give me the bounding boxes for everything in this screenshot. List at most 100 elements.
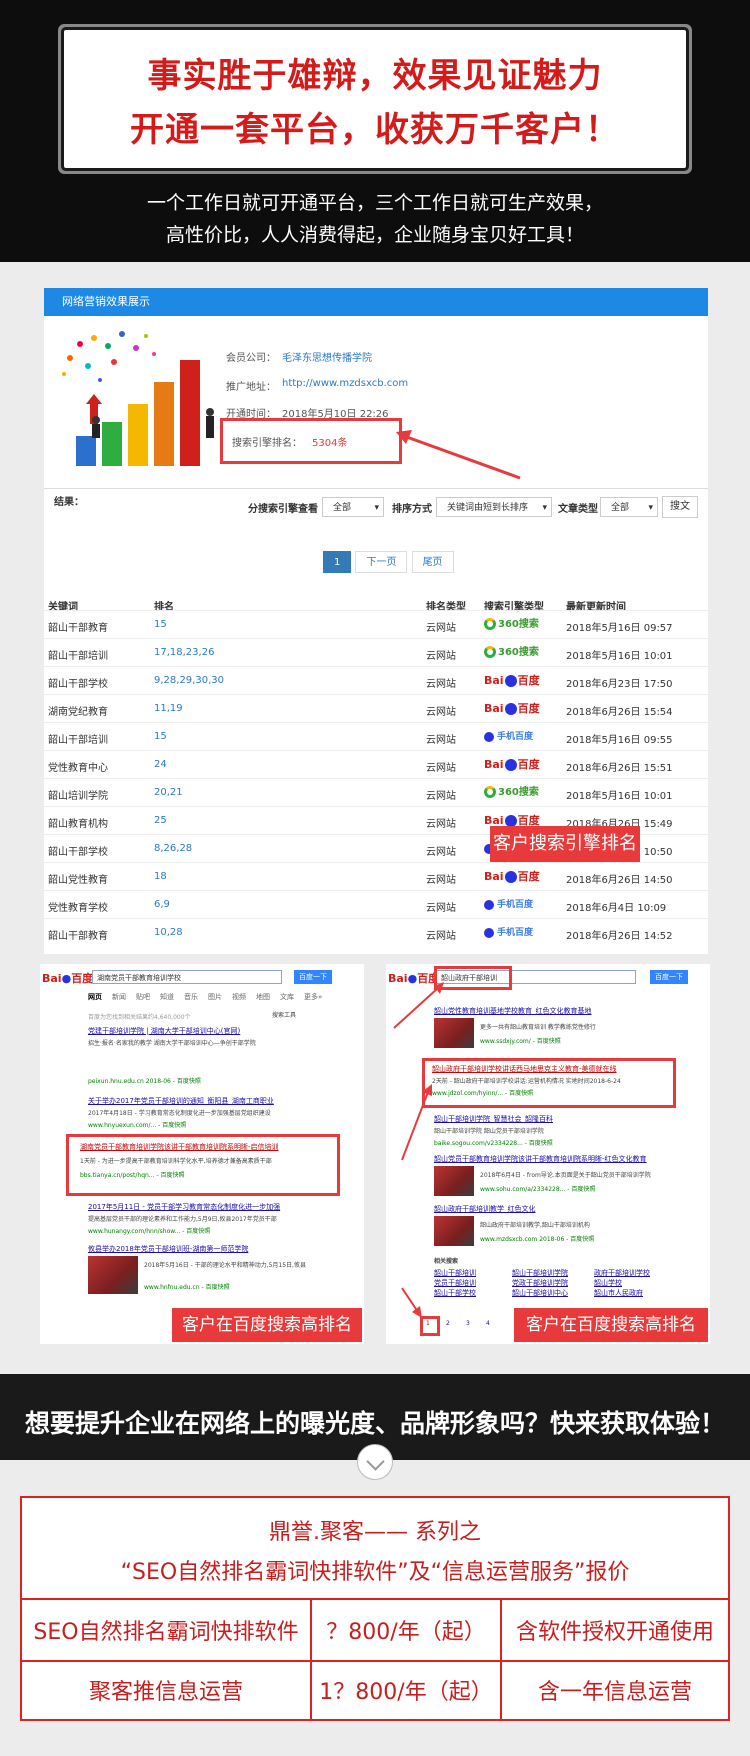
- keyword-cell: 韶山干部培训: [48, 735, 108, 746]
- rank-cell[interactable]: 18: [154, 871, 167, 882]
- rank-cell[interactable]: 10,28: [154, 927, 183, 938]
- scroll-down-button[interactable]: [357, 1444, 393, 1480]
- result-title[interactable]: 2017年5月11日 - 党员干部学习教育常态化制度化进一步加强: [88, 1202, 280, 1212]
- result-title[interactable]: 攸县举办2018年党员干部培训班-湖南第一师范学院: [88, 1244, 248, 1254]
- related-link[interactable]: 韶山干部培训中心: [512, 1288, 568, 1298]
- baidu-prefix: Bai: [484, 758, 504, 771]
- result-title[interactable]: 关于举办2017年党员干部培训的通知_衡阳县_湖南工商职业: [88, 1096, 274, 1106]
- 360-ring-icon: [484, 646, 496, 658]
- rank-cell[interactable]: 9,28,29,30,30: [154, 675, 224, 686]
- rank-cell[interactable]: 8,26,28: [154, 843, 192, 854]
- result-title[interactable]: 韶山党员干部教育培训学院该讲干部教育培训院系明晰-红色文化教育: [434, 1154, 647, 1164]
- call-to-action-text: 想要提升企业在网络上的曝光度、品牌形象吗？快来获取体验！: [24, 1409, 725, 1438]
- confetti-dots: [62, 331, 156, 382]
- result-count: 百度为您找到相关结果约4,640,000个: [88, 1014, 191, 1021]
- result-url: www.ssdxjy.com/ - 百度快照: [480, 1038, 561, 1045]
- page-1-link[interactable]: 1: [426, 1320, 430, 1327]
- baidu-screenshot-left: Bai●百度 湖南党员干部教育培训学校 百度一下 网页 新闻 贴吧 知道 音乐 图片 视频 地…: [40, 964, 364, 1344]
- keyword-cell: 韶山培训学院: [48, 791, 108, 802]
- result-title[interactable]: 党建干部培训学院 | 湖南大学干部培训中心(官网): [88, 1026, 240, 1036]
- table-row: 韶山干部教育 15 云网站 360搜索 2018年5月16日 09:57: [44, 610, 708, 639]
- related-link[interactable]: 韶山市人民政府: [594, 1288, 643, 1298]
- rank-cell[interactable]: 17,18,23,26: [154, 647, 214, 658]
- table-row: 韶山干部学校 9,28,29,30,30 云网站 Bai 百度 2018年6月23日 17…: [44, 666, 708, 695]
- hero-banner: 事实胜于雄辩，效果见证魅力 开通一套平台，收获万千客户！ 一个工作日就可开通平台…: [0, 0, 750, 262]
- tab-zhidao[interactable]: 知道: [160, 993, 174, 1001]
- baidu-search-input[interactable]: 湖南党员干部教育培训学校: [92, 970, 282, 984]
- related-link[interactable]: 韶山干部培训学院: [512, 1268, 568, 1278]
- tab-map[interactable]: 地图: [256, 993, 270, 1001]
- rank-cell[interactable]: 25: [154, 815, 167, 826]
- baidu-logo: Bai●百度: [42, 972, 94, 985]
- result-snippet: 2018年6月4日 - from导论.本页面是关于韶山党员干部培训学院: [480, 1172, 651, 1179]
- rank-cell[interactable]: 15: [154, 731, 167, 742]
- related-search-title: 相关搜索: [434, 1258, 459, 1265]
- rank-type-cell: 云网站: [426, 651, 456, 662]
- baidu-screenshot-right: Bai●百度 韶山政府干部培训 百度一下 韶山党性教育培训基地学校教育_红色文化…: [386, 964, 710, 1344]
- type-label: 文章类型: [558, 504, 598, 515]
- related-link[interactable]: 政府干部培训学校: [594, 1268, 650, 1278]
- rank-cell[interactable]: 6,9: [154, 899, 170, 910]
- keyword-cell: 湖南党纪教育: [48, 707, 108, 718]
- sort-value: 关键词由短到长排序: [447, 503, 529, 513]
- baidu-search-button[interactable]: 百度一下: [650, 970, 688, 984]
- engine-name: 百度: [517, 870, 540, 883]
- result-title[interactable]: 韶山政府干部培训学校讲话西马地思克主义教育-美德就在线: [432, 1064, 617, 1074]
- baidu-paw-icon: [484, 927, 494, 938]
- result-title[interactable]: 韶山干部培训学院_智慧社会_韶隆百科: [434, 1114, 553, 1124]
- engine-name: 百度: [517, 674, 540, 687]
- page-4-link[interactable]: 4: [486, 1320, 490, 1327]
- page-2-link[interactable]: 2: [446, 1320, 450, 1327]
- page-3-link[interactable]: 3: [466, 1320, 470, 1327]
- rank-cell[interactable]: 11,19: [154, 703, 183, 714]
- hero-title-box: 事实胜于雄辩，效果见证魅力 开通一套平台，收获万千客户！: [64, 30, 686, 168]
- tab-images[interactable]: 图片: [208, 993, 222, 1001]
- red-arrow: [401, 1287, 422, 1318]
- baidu-nav-tabs: 网页 新闻 贴吧 知道 音乐 图片 视频 地图 文库 更多»: [88, 992, 332, 1002]
- price-title-line2: “SEO自然排名霸词快排软件”及“信息运营服务”报价: [120, 1560, 630, 1585]
- result-snippet: 韶山政府干部培训教学,韶山干部培训机构: [480, 1222, 590, 1229]
- engine-filter-select[interactable]: 全部 ▾: [322, 497, 384, 517]
- tab-wenku[interactable]: 文库: [280, 993, 294, 1001]
- rank-label: 搜索引擎排名：: [232, 438, 302, 449]
- tab-web[interactable]: 网页: [88, 993, 102, 1001]
- sort-select[interactable]: 关键词由短到长排序 ▾: [436, 497, 552, 517]
- baidu-search-button[interactable]: 百度一下: [294, 970, 332, 984]
- rank-type-cell: 云网站: [426, 819, 456, 830]
- divider: [44, 488, 708, 489]
- baidu-rank-caption-left: 客户在百度搜索高排名: [172, 1308, 362, 1342]
- result-title[interactable]: 湖南党员干部教育培训学院该讲干部教育培训院系明晰-启信培训: [80, 1142, 279, 1152]
- engine-name: 手机百度: [497, 732, 534, 742]
- tab-video[interactable]: 视频: [232, 993, 246, 1001]
- next-page-button[interactable]: 下一页: [355, 551, 408, 573]
- type-select[interactable]: 全部 ▾: [600, 497, 658, 517]
- promo-url-link[interactable]: http://www.mzdsxcb.com: [282, 378, 408, 389]
- rank-cell[interactable]: 24: [154, 759, 167, 770]
- table-row: 湖南党纪教育 11,19 云网站 Bai 百度 2018年6月26日 15:54: [44, 694, 708, 723]
- result-thumbnail: [88, 1256, 138, 1294]
- rank-cell[interactable]: 15: [154, 619, 167, 630]
- tab-news[interactable]: 新闻: [112, 993, 126, 1001]
- search-button[interactable]: 搜文: [662, 496, 698, 518]
- price-row1-name: SEO自然排名霸词快排软件: [33, 1620, 299, 1645]
- rank-type-cell: 云网站: [426, 931, 456, 942]
- page-1-button[interactable]: 1: [323, 551, 352, 573]
- price-row1-note: 含软件授权开通使用: [515, 1620, 714, 1645]
- related-link[interactable]: 韶山干部学校: [434, 1288, 476, 1298]
- related-link[interactable]: 党政干部培训学院: [512, 1278, 568, 1288]
- related-link[interactable]: 韶山干部培训: [434, 1268, 476, 1278]
- tab-more[interactable]: 更多»: [304, 993, 322, 1001]
- last-page-button[interactable]: 尾页: [411, 551, 454, 573]
- result-title[interactable]: 韶山党性教育培训基地学校教育_红色文化教育基地: [434, 1006, 592, 1016]
- rank-cell[interactable]: 20,21: [154, 787, 183, 798]
- tab-music[interactable]: 音乐: [184, 993, 198, 1001]
- divider: [22, 1660, 728, 1662]
- related-link[interactable]: 党员干部培训: [434, 1278, 476, 1288]
- tab-tieba[interactable]: 贴吧: [136, 993, 150, 1001]
- keyword-cell: 韶山教育机构: [48, 819, 108, 830]
- related-link[interactable]: 韶山学校: [594, 1278, 622, 1288]
- search-tools-link[interactable]: 搜索工具: [272, 1010, 296, 1019]
- rank-type-cell: 云网站: [426, 623, 456, 634]
- result-title[interactable]: 韶山政府干部培训教学_红色文化: [434, 1204, 536, 1214]
- rank-type-cell: 云网站: [426, 679, 456, 690]
